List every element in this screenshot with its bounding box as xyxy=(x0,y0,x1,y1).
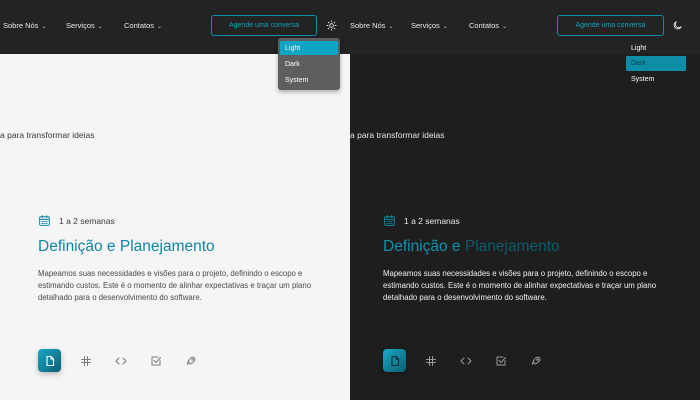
nav-item-sobre-nos[interactable]: Sobre Nós ⌄ xyxy=(3,21,46,30)
theme-toggle-button[interactable] xyxy=(324,18,338,32)
schedule-call-button[interactable]: Agende uma conversa xyxy=(211,15,317,36)
checkbox-icon xyxy=(496,356,506,365)
phase-title-part2: Planejamento xyxy=(119,238,215,255)
screenshot: Sobre Nós ⌄ Serviços ⌄ Contatos ⌄ Agende um… xyxy=(0,0,700,400)
chevron-down-icon: ⌄ xyxy=(502,24,508,30)
nav-item-label: Contatos xyxy=(469,21,500,30)
phase-title-part1: Definição e xyxy=(38,238,120,255)
nav-item-label: Serviços xyxy=(66,21,95,30)
theme-toggle-button[interactable] xyxy=(670,18,684,32)
theme-option-system[interactable]: System xyxy=(280,73,338,87)
dark-theme-panel: Sobre Nós ⌄ Serviços ⌄ Contatos ⌄ Agende um… xyxy=(350,0,700,400)
theme-option-dark[interactable]: Dark xyxy=(280,57,338,71)
code-icon xyxy=(460,357,471,364)
phase-title-part2: Planejamento xyxy=(464,238,560,255)
step-definition-button[interactable] xyxy=(383,349,406,372)
document-icon xyxy=(45,355,54,366)
phase-title: Definição e Planejamento xyxy=(383,238,560,256)
rocket-icon xyxy=(186,356,195,365)
code-icon xyxy=(115,357,126,364)
theme-menu: Light Dark System xyxy=(626,40,686,88)
phase-description: Mapeamos suas necessidades e visões para… xyxy=(383,269,657,302)
document-icon xyxy=(390,355,399,366)
chevron-down-icon: ⌄ xyxy=(97,24,103,30)
step-launch-button[interactable] xyxy=(179,349,202,372)
theme-option-light[interactable]: Light xyxy=(280,41,338,55)
step-testing-button[interactable] xyxy=(144,349,167,372)
nav-item-label: Sobre Nós xyxy=(3,21,39,30)
nav-item-label: Contatos xyxy=(124,21,155,30)
phase-title-part1: Definição e xyxy=(383,238,465,255)
step-development-button[interactable] xyxy=(454,349,477,372)
step-launch-button[interactable] xyxy=(524,349,547,372)
nav-item-servicos[interactable]: Serviços ⌄ xyxy=(411,21,448,30)
chevron-down-icon: ⌄ xyxy=(442,24,448,30)
rocket-icon xyxy=(531,356,540,365)
checkbox-icon xyxy=(151,356,161,365)
calendar-icon xyxy=(384,215,395,226)
chevron-down-icon: ⌄ xyxy=(157,24,163,30)
duration-text: 1 a 2 semanas xyxy=(59,215,115,226)
nav-item-label: Serviços xyxy=(411,21,440,30)
phase-duration: 1 a 2 semanas xyxy=(38,214,115,227)
nav-item-contatos[interactable]: Contatos ⌄ xyxy=(124,21,162,30)
step-definition-button[interactable] xyxy=(38,349,61,372)
hero-tagline: a para transformar ideias xyxy=(350,130,445,140)
chevron-down-icon: ⌄ xyxy=(388,24,394,30)
step-development-button[interactable] xyxy=(109,349,132,372)
sun-icon xyxy=(325,19,337,31)
calendar-icon xyxy=(39,215,50,226)
nav-item-contatos[interactable]: Contatos ⌄ xyxy=(469,21,507,30)
moon-icon xyxy=(673,20,682,29)
nav-item-servicos[interactable]: Serviços ⌄ xyxy=(66,21,103,30)
hash-icon xyxy=(80,355,91,366)
hero-tagline: a para transformar ideias xyxy=(0,130,95,140)
nav-item-sobre-nos[interactable]: Sobre Nós ⌄ xyxy=(350,21,393,30)
step-design-button[interactable] xyxy=(419,349,442,372)
theme-option-dark[interactable]: Dark xyxy=(626,56,686,71)
phase-description: Mapeamos suas necessidades e visões para… xyxy=(38,269,312,302)
chevron-down-icon: ⌄ xyxy=(41,24,47,30)
light-theme-panel: Sobre Nós ⌄ Serviços ⌄ Contatos ⌄ Agende um… xyxy=(0,0,350,400)
phase-title: Definição e Planejamento xyxy=(38,238,215,256)
theme-option-system[interactable]: System xyxy=(626,72,686,86)
step-design-button[interactable] xyxy=(74,349,97,372)
duration-text: 1 a 2 semanas xyxy=(404,215,460,226)
schedule-call-button[interactable]: Agende uma conversa xyxy=(557,15,664,36)
nav-item-label: Sobre Nós xyxy=(350,21,386,30)
theme-menu: Light Dark System xyxy=(278,38,340,90)
theme-option-light[interactable]: Light xyxy=(626,41,686,55)
step-testing-button[interactable] xyxy=(489,349,512,372)
hash-icon xyxy=(425,355,436,366)
phase-duration: 1 a 2 semanas xyxy=(383,214,460,227)
